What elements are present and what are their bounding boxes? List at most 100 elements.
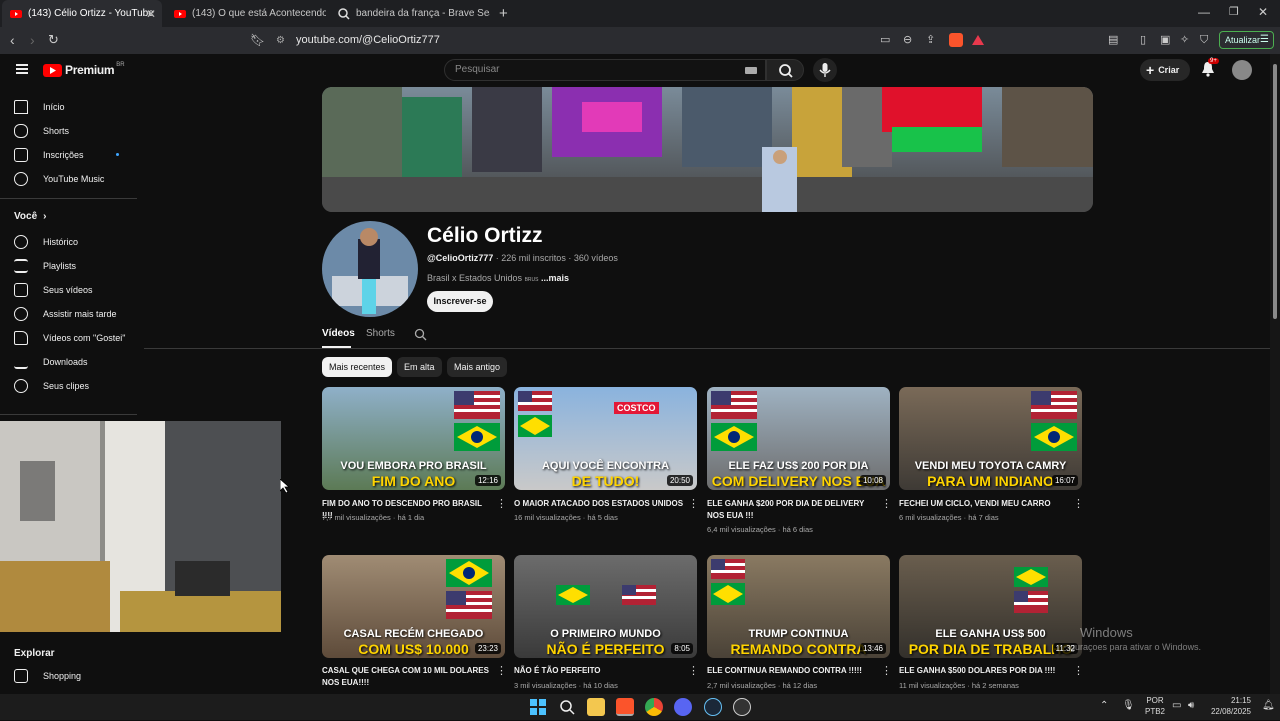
sidebar-item-youtube-music[interactable]: YouTube Music bbox=[14, 172, 104, 186]
sidebar-item-shopping[interactable]: Shopping bbox=[14, 669, 81, 683]
chip-oldest[interactable]: Mais antigo bbox=[447, 357, 508, 377]
video-thumbnail[interactable]: CASAL RECÉM CHEGADO COM US$ 10.000 23:23 bbox=[322, 555, 505, 658]
sidebar-item-your-videos[interactable]: Seus vídeos bbox=[14, 283, 93, 297]
sidebar-item-history[interactable]: Histórico bbox=[14, 235, 78, 249]
more-actions-icon[interactable]: ⋮ bbox=[496, 497, 507, 510]
sidebar-item-shorts[interactable]: Shorts bbox=[14, 124, 69, 138]
browser-tab-search[interactable]: bandeira da frança - Brave Search bbox=[330, 0, 490, 27]
brave-shields-icon[interactable] bbox=[949, 33, 963, 47]
browser-tab-video[interactable]: (143) O que está Acontecendo com o bbox=[166, 0, 326, 27]
more-actions-icon[interactable]: ⋮ bbox=[881, 497, 892, 510]
minimize-icon[interactable]: — bbox=[1198, 5, 1210, 19]
more-actions-icon[interactable]: ⋮ bbox=[1073, 664, 1084, 677]
sidebar-item-subscriptions[interactable]: Inscrições bbox=[14, 148, 84, 162]
search-icon bbox=[414, 328, 427, 341]
language-indicator[interactable]: POR PTB2 bbox=[1145, 695, 1165, 717]
account-avatar[interactable] bbox=[1232, 60, 1252, 80]
sidebar-item-home[interactable]: Início bbox=[14, 100, 65, 114]
leo-ai-icon[interactable]: ✧ bbox=[1180, 32, 1189, 48]
channel-search-button[interactable] bbox=[414, 328, 427, 346]
video-title[interactable]: CASAL QUE CHEGA COM 10 MIL DOLARES NOS E… bbox=[322, 665, 492, 689]
wallet-icon[interactable]: ▣ bbox=[1160, 32, 1170, 48]
tab-videos[interactable]: Vídeos bbox=[322, 328, 355, 339]
volume-icon[interactable]: 🔊︎ bbox=[1188, 700, 1194, 711]
discord-icon[interactable] bbox=[674, 698, 692, 716]
sidebar-you-heading[interactable]: Você › bbox=[14, 211, 47, 222]
video-age: há 10 dias bbox=[583, 681, 618, 690]
guide-menu-icon[interactable] bbox=[16, 64, 28, 74]
channel-avatar[interactable] bbox=[322, 221, 418, 317]
video-title[interactable]: FECHEI UM CICLO, VENDI MEU CARRO bbox=[899, 498, 1069, 510]
video-title[interactable]: ELE CONTINUA REMANDO CONTRA !!!!! bbox=[707, 665, 877, 677]
microphone-icon[interactable]: 🎙︎ bbox=[1122, 700, 1135, 711]
more-actions-icon[interactable]: ⋮ bbox=[1073, 497, 1084, 510]
video-title[interactable]: O MAIOR ATACADO DOS ESTADOS UNIDOS bbox=[514, 498, 684, 510]
share-icon[interactable]: ⇪ bbox=[926, 32, 935, 48]
close-tab-icon[interactable]: ✕ bbox=[146, 7, 156, 21]
app-icon[interactable] bbox=[733, 698, 751, 716]
video-thumbnail[interactable]: COSTCO AQUI VOCÊ ENCONTRA DE TUDO! 20:50 bbox=[514, 387, 697, 490]
network-icon[interactable]: ▭ bbox=[1172, 700, 1181, 711]
subscriptions-icon bbox=[14, 148, 28, 162]
sidebar-item-your-clips[interactable]: Seus clipes bbox=[14, 379, 89, 393]
new-tab-icon[interactable]: + bbox=[499, 5, 508, 22]
sidebar-item-liked-videos[interactable]: Vídeos com "Gostei" bbox=[14, 331, 125, 345]
video-title[interactable]: NÃO É TÃO PERFEITO bbox=[514, 665, 684, 677]
windows-start-icon[interactable] bbox=[529, 698, 547, 716]
search-button[interactable] bbox=[766, 59, 804, 81]
sidebar-item-watch-later[interactable]: Assistir mais tarde bbox=[14, 307, 117, 321]
sidebar-item-playlists[interactable]: Playlists bbox=[14, 259, 76, 273]
video-thumbnail[interactable]: ELE GANHA US$ 500 POR DIA DE TRABALHO 11… bbox=[899, 555, 1082, 658]
close-window-icon[interactable]: ✕ bbox=[1258, 5, 1268, 19]
youtube-premium-logo[interactable]: Premium BR bbox=[43, 62, 125, 77]
reload-icon[interactable]: ↻ bbox=[48, 32, 59, 48]
cast-icon[interactable]: ▭ bbox=[880, 32, 890, 48]
back-icon[interactable]: ‹ bbox=[10, 32, 15, 48]
split-view-icon[interactable]: ▯ bbox=[1140, 32, 1146, 48]
video-thumbnail[interactable]: VOU EMBORA PRO BRASIL FIM DO ANO 12:16 bbox=[322, 387, 505, 490]
forward-icon[interactable]: › bbox=[30, 32, 35, 48]
video-thumbnail[interactable]: O PRIMEIRO MUNDO NÃO É PERFEITO 8:05 bbox=[514, 555, 697, 658]
bookmark-icon[interactable]: 🔖︎ bbox=[250, 32, 265, 48]
tab-shorts[interactable]: Shorts bbox=[366, 328, 395, 339]
brave-rewards-icon[interactable] bbox=[972, 35, 984, 45]
keyboard-icon[interactable] bbox=[745, 67, 757, 74]
video-title[interactable]: ELE GANHA $200 POR DIA DE DELIVERY NOS E… bbox=[707, 498, 877, 522]
search-input[interactable]: Pesquisar bbox=[444, 59, 766, 81]
chrome-icon[interactable] bbox=[645, 698, 663, 716]
sidebar-panel-icon[interactable]: ▤ bbox=[1108, 32, 1118, 48]
notifications-button[interactable]: 9+ bbox=[1201, 58, 1219, 82]
notification-center-icon[interactable]: 🔔︎ bbox=[1262, 700, 1275, 711]
more-actions-icon[interactable]: ⋮ bbox=[688, 497, 699, 510]
restore-icon[interactable]: ❐ bbox=[1229, 5, 1239, 18]
site-settings-icon[interactable]: ⚙ bbox=[276, 31, 285, 50]
flags-icon bbox=[1014, 567, 1048, 613]
more-actions-icon[interactable]: ⋮ bbox=[881, 664, 892, 677]
search-icon[interactable] bbox=[558, 698, 576, 716]
subscribe-button[interactable]: Inscrever-se bbox=[427, 291, 493, 312]
video-thumbnail[interactable]: ELE FAZ US$ 200 POR DIA COM DELIVERY NOS… bbox=[707, 387, 890, 490]
file-explorer-icon[interactable] bbox=[587, 698, 605, 716]
chevron-up-icon[interactable]: ⌃ bbox=[1100, 700, 1108, 711]
more-link[interactable]: ...mais bbox=[541, 273, 569, 283]
update-button[interactable]: Atualizar ☰ bbox=[1219, 31, 1274, 49]
chip-most-recent[interactable]: Mais recentes bbox=[322, 357, 393, 377]
video-thumbnail[interactable]: VENDI MEU TOYOTA CAMRY PARA UM INDIANO 1… bbox=[899, 387, 1082, 490]
zoom-icon[interactable]: ⊖ bbox=[903, 32, 912, 48]
chip-popular[interactable]: Em alta bbox=[397, 357, 442, 377]
brave-browser-icon[interactable] bbox=[616, 698, 634, 716]
voice-search-button[interactable] bbox=[813, 58, 837, 82]
steam-icon[interactable] bbox=[704, 698, 722, 716]
video-title[interactable]: ELE GANHA $500 DOLARES POR DIA !!!! bbox=[899, 665, 1069, 677]
browser-tab-youtube[interactable]: (143) Célio Ortizz - YouTube ✕ bbox=[2, 0, 162, 27]
scrollbar-thumb[interactable] bbox=[1273, 64, 1277, 319]
channel-description[interactable]: Brasil x Estados Unidos BRUS ...mais bbox=[427, 273, 569, 283]
create-button[interactable]: + Criar bbox=[1140, 59, 1190, 81]
more-actions-icon[interactable]: ⋮ bbox=[496, 664, 507, 677]
video-thumbnail[interactable]: TRUMP CONTINUA REMANDO CONTRA 13:46 bbox=[707, 555, 890, 658]
vpn-icon[interactable]: ⛉ bbox=[1200, 32, 1208, 48]
page-scrollbar[interactable] bbox=[1270, 54, 1280, 694]
sidebar-item-downloads[interactable]: Downloads bbox=[14, 355, 88, 369]
clock[interactable]: 21:15 22/08/2025 bbox=[1207, 695, 1251, 717]
more-actions-icon[interactable]: ⋮ bbox=[688, 664, 699, 677]
